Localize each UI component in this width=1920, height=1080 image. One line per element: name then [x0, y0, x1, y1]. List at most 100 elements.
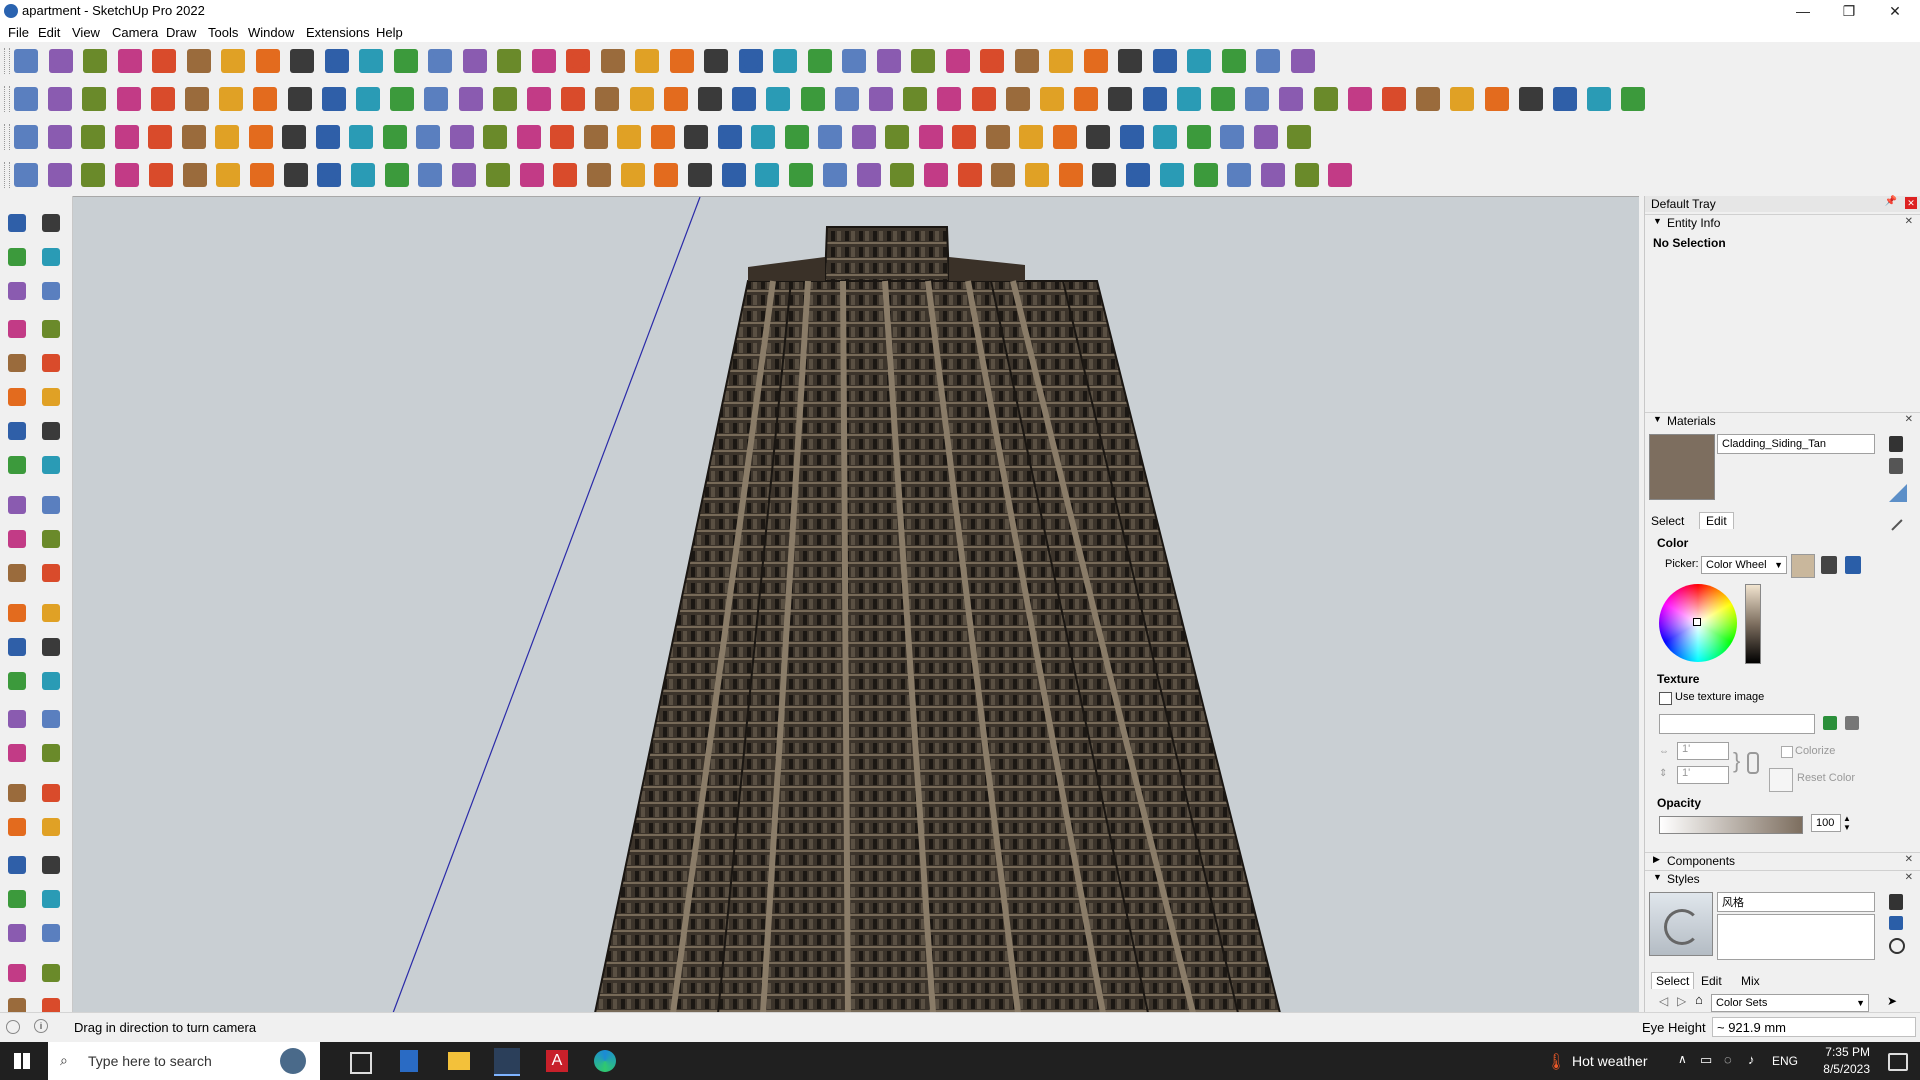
toolbar-tool-icon[interactable] [1382, 87, 1406, 111]
toolbar-tool-icon[interactable] [1313, 87, 1338, 111]
opacity-spinner-icon[interactable]: ▲ ▼ [1843, 814, 1851, 832]
menu-window[interactable]: Window [248, 25, 294, 40]
toolbar-tool-icon[interactable] [1186, 125, 1211, 149]
windows-start-icon[interactable] [14, 1053, 30, 1069]
toolbar-tool-icon[interactable] [595, 87, 620, 111]
toolbar-tool-icon[interactable] [14, 163, 38, 187]
toolbar-tool-icon[interactable] [186, 49, 211, 73]
network-icon[interactable]: ◌ [1724, 1052, 1732, 1067]
clock-date[interactable]: 8/5/2023 [1810, 1062, 1870, 1076]
toolbar-tool-icon[interactable] [148, 163, 173, 187]
toolbar-tool-icon[interactable] [1118, 49, 1142, 73]
left-tool-icon[interactable] [38, 886, 64, 912]
toolbar-tool-icon[interactable] [784, 125, 809, 149]
styles-tab-edit[interactable]: Edit [1701, 974, 1722, 988]
reset-color-swatch[interactable] [1769, 768, 1793, 792]
pin-icon[interactable]: 📌 [1885, 196, 1897, 207]
toolbar-tool-icon[interactable] [148, 125, 172, 149]
left-tool-icon[interactable] [4, 600, 30, 626]
toolbar-tool-icon[interactable] [1193, 163, 1218, 187]
toolbar-tool-icon[interactable] [1211, 87, 1235, 111]
toolbar-tool-icon[interactable] [704, 49, 728, 73]
left-tool-icon[interactable] [38, 418, 64, 444]
toolbar-tool-icon[interactable] [287, 87, 312, 111]
picker-select[interactable]: Color Wheel ▼ [1701, 556, 1787, 574]
measurements-input[interactable]: ~ 921.9 mm [1712, 1017, 1916, 1037]
menu-camera[interactable]: Camera [112, 25, 158, 40]
home-icon[interactable]: ⌂ [1695, 992, 1703, 1007]
toolbar-tool-icon[interactable] [215, 125, 239, 149]
toolbar-tool-icon[interactable] [282, 125, 306, 149]
toolbar-tool-icon[interactable] [1227, 163, 1252, 187]
texture-height-input[interactable]: 1' [1677, 766, 1729, 784]
toolbar-tool-icon[interactable] [822, 163, 847, 187]
toolbar-tool-icon[interactable] [937, 87, 962, 111]
toolbar-grip[interactable] [4, 86, 10, 112]
toolbar-tool-icon[interactable] [283, 163, 308, 187]
styles-tab-select[interactable]: Select [1651, 972, 1695, 989]
menu-draw[interactable]: Draw [166, 25, 196, 40]
left-tool-icon[interactable] [4, 316, 30, 342]
export-texture-icon[interactable] [1845, 716, 1859, 730]
left-tool-icon[interactable] [38, 634, 64, 660]
left-tool-icon[interactable] [38, 960, 64, 986]
toolbar-tool-icon[interactable] [351, 163, 375, 187]
toolbar-tool-icon[interactable] [1294, 163, 1319, 187]
toolbar-tool-icon[interactable] [1019, 125, 1043, 149]
close-icon[interactable]: ✕ [1905, 414, 1913, 425]
toolbar-tool-icon[interactable] [629, 87, 654, 111]
toolbar-tool-icon[interactable] [755, 163, 780, 187]
toolbar-tool-icon[interactable] [1416, 87, 1441, 111]
menu-extensions[interactable]: Extensions [306, 25, 370, 40]
toolbar-tool-icon[interactable] [114, 125, 139, 149]
left-tool-icon[interactable] [38, 526, 64, 552]
toolbar-tool-icon[interactable] [1221, 49, 1246, 73]
toolbar-tool-icon[interactable] [669, 49, 694, 73]
toolbar-tool-icon[interactable] [876, 49, 901, 73]
task-view-icon[interactable] [350, 1052, 372, 1074]
toolbar-tool-icon[interactable] [452, 163, 477, 187]
tray-close-icon[interactable]: ✕ [1905, 197, 1917, 209]
toolbar-tool-icon[interactable] [620, 163, 645, 187]
toolbar-tool-icon[interactable] [1256, 49, 1280, 73]
toolbar-tool-icon[interactable] [834, 87, 859, 111]
toolbar-tool-icon[interactable] [516, 125, 541, 149]
toolbar-tool-icon[interactable] [1553, 87, 1577, 111]
toolbar-tool-icon[interactable] [1126, 163, 1151, 187]
toolbar-tool-icon[interactable] [1092, 163, 1117, 187]
left-tool-icon[interactable] [4, 526, 30, 552]
toolbar-tool-icon[interactable] [732, 87, 757, 111]
toolbar-tool-icon[interactable] [393, 49, 418, 73]
color-wheel-cursor[interactable] [1693, 618, 1701, 626]
toolbar-tool-icon[interactable] [81, 125, 105, 149]
material-swatch[interactable] [1649, 434, 1715, 500]
toolbar-tool-icon[interactable] [766, 87, 791, 111]
toolbar-tool-icon[interactable] [1040, 87, 1064, 111]
style-collection-select[interactable]: Color Sets ▼ [1711, 994, 1869, 1012]
menu-edit[interactable]: Edit [38, 25, 60, 40]
toolbar-tool-icon[interactable] [851, 125, 876, 149]
toolbar-tool-icon[interactable] [321, 87, 346, 111]
maximize-button[interactable]: ❐ [1826, 0, 1872, 22]
toolbar-tool-icon[interactable] [684, 125, 708, 149]
language-indicator[interactable]: ENG [1772, 1054, 1798, 1068]
toolbar-tool-icon[interactable] [918, 125, 943, 149]
toolbar-tool-icon[interactable] [1279, 87, 1304, 111]
style-name-input[interactable] [1717, 892, 1875, 912]
toolbar-tool-icon[interactable] [248, 125, 273, 149]
toolbar-tool-icon[interactable] [885, 125, 909, 149]
toolbar-tool-icon[interactable] [980, 49, 1004, 73]
left-tool-icon[interactable] [4, 706, 30, 732]
autocad-taskbar-icon[interactable]: A [546, 1050, 568, 1072]
toolbar-tool-icon[interactable] [152, 49, 176, 73]
aspect-lock-icon[interactable] [1747, 752, 1759, 774]
model-viewport[interactable] [73, 196, 1639, 1013]
sample-paint-icon[interactable] [1889, 484, 1907, 502]
toolbar-tool-icon[interactable] [483, 125, 507, 149]
material-library-icon[interactable] [1889, 458, 1903, 474]
toolbar-tool-icon[interactable] [1290, 49, 1315, 73]
geo-location-icon[interactable] [6, 1020, 20, 1034]
left-tool-icon[interactable] [4, 634, 30, 660]
toolbar-tool-icon[interactable] [1025, 163, 1049, 187]
close-icon[interactable]: ✕ [1905, 872, 1913, 883]
